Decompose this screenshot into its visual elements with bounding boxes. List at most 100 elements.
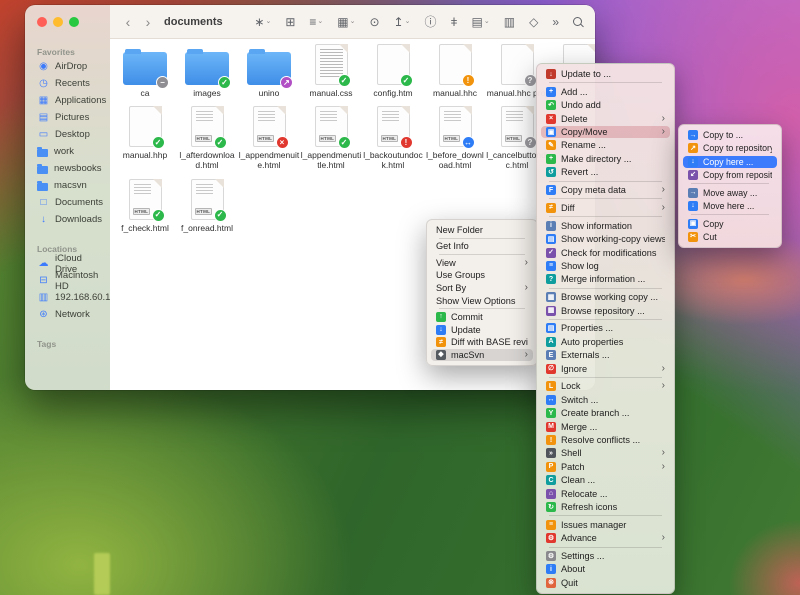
auto-properties-menu-item[interactable]: AAuto properties [541, 336, 670, 348]
sort-by-menu-item[interactable]: Sort By› [431, 282, 533, 294]
diff-with-base-revision-menu-item[interactable]: ≠Diff with BASE revision [431, 336, 533, 348]
preview-pane-button[interactable]: ▥ [501, 14, 518, 30]
file-item-l-backoutundock-html[interactable]: HTML!l_backoutundock.html [362, 103, 424, 170]
lock-menu-item[interactable]: LLock› [541, 380, 670, 392]
delete-menu-item[interactable]: ×Delete› [541, 113, 670, 125]
commit-menu-item[interactable]: ↑Commit [431, 311, 533, 323]
file-item-manual-hhp[interactable]: ✓manual.hhp [114, 103, 176, 160]
make-directory-menu-item[interactable]: +Make directory ... [541, 153, 670, 165]
properties-menu-item[interactable]: ▤Properties ... [541, 322, 670, 334]
file-item-images[interactable]: ✓images [176, 41, 238, 98]
show-working-copy-viewspec-menu-item[interactable]: ▤Show working-copy viewspec [541, 233, 670, 245]
copy-menu-item[interactable]: ▣Copy [683, 218, 777, 230]
share-button[interactable]: ↥⌄ [391, 14, 414, 30]
adjust-button[interactable]: ǂ [448, 14, 461, 30]
file-item-l-afterdownload-html[interactable]: HTML✓l_afterdownload.html [176, 103, 238, 170]
ignore-menu-item[interactable]: ∅Ignore› [541, 363, 670, 375]
cut-menu-item[interactable]: ✂Cut [683, 231, 777, 243]
undo-add-menu-item[interactable]: ↶Undo add [541, 99, 670, 111]
sidebar-item-downloads[interactable]: ↓Downloads [25, 211, 110, 228]
file-item-f-check-html[interactable]: HTML✓f_check.html [114, 176, 176, 233]
view-menu-item[interactable]: View› [431, 257, 533, 269]
copy-move-menu-item[interactable]: ▣Copy/Move› [541, 126, 670, 138]
macsvn-menu-item[interactable]: ◆macSvn› [431, 349, 533, 361]
update-menu-item[interactable]: ↓Update [431, 324, 533, 336]
list-view-button[interactable]: ≡⌄ [306, 14, 326, 30]
issues-manager-menu-item[interactable]: ≡Issues manager [541, 519, 670, 531]
icon-size-button[interactable]: ▦⌄ [334, 14, 358, 30]
close-button[interactable] [37, 17, 47, 27]
file-item-manual-hhc[interactable]: !manual.hhc [424, 41, 486, 98]
tags-button[interactable]: ◇ [526, 14, 541, 30]
new-folder-menu-item[interactable]: New Folder [431, 224, 533, 236]
copy-from-repository-menu-item[interactable]: ↙Copy from repository ... [683, 169, 777, 181]
quit-menu-item[interactable]: ⊗Quit [541, 577, 670, 589]
show-information-menu-item[interactable]: iShow information [541, 220, 670, 232]
file-item-l-appendmenuite-html[interactable]: HTML×l_appendmenuite.html [238, 103, 300, 170]
shell-menu-item[interactable]: »Shell› [541, 447, 670, 459]
settings-menu-item[interactable]: ⚙Settings ... [541, 550, 670, 562]
get-info-button[interactable]: ⓘ [421, 14, 439, 30]
about-menu-item[interactable]: iAbout [541, 563, 670, 575]
copy-to-repository-menu-item[interactable]: ↗Copy to repository ... [683, 142, 777, 154]
group-by-button[interactable]: ▤⌄ [469, 14, 493, 30]
sidebar-item-airdrop[interactable]: ◉AirDrop [25, 58, 110, 75]
sidebar-item-applications[interactable]: ▦Applications [25, 92, 110, 109]
sidebar-item-network[interactable]: ⊛Network [25, 306, 110, 323]
get-info-menu-item[interactable]: Get Info [431, 240, 533, 252]
clean-menu-item[interactable]: CClean ... [541, 474, 670, 486]
rename-menu-item[interactable]: ✎Rename ... [541, 139, 670, 151]
minimize-button[interactable] [53, 17, 63, 27]
create-branch-menu-item[interactable]: YCreate branch ... [541, 407, 670, 419]
more-button[interactable]: » [549, 14, 562, 30]
switch-menu-item[interactable]: ↔Switch ... [541, 394, 670, 406]
quick-look-button[interactable]: ⊙ [366, 14, 382, 30]
file-item-ca[interactable]: −ca [114, 41, 176, 98]
move-here-menu-item[interactable]: ↓Move here ... [683, 200, 777, 212]
file-item-manual-css[interactable]: ✓manual.css [300, 41, 362, 98]
revert-menu-item[interactable]: ↺Revert ... [541, 166, 670, 178]
refresh-icons-menu-item[interactable]: ↻Refresh icons [541, 501, 670, 513]
add-menu-item[interactable]: +Add ... [541, 86, 670, 98]
new-folder-button[interactable]: ⊞ [282, 14, 298, 30]
sidebar-item-pictures[interactable]: ▤Pictures [25, 109, 110, 126]
externals-menu-item[interactable]: EExternals ... [541, 349, 670, 361]
copy-meta-data-menu-item[interactable]: FCopy meta data› [541, 184, 670, 196]
sidebar-item-192-168-60-10[interactable]: ▥192.168.60.10⏏ [25, 289, 110, 306]
sidebar-item-desktop[interactable]: ▭Desktop [25, 126, 110, 143]
file-item-l-appendmenutitle-html[interactable]: HTML✓l_appendmenutitle.html [300, 103, 362, 170]
advance-menu-item[interactable]: ⚙Advance› [541, 532, 670, 544]
file-item-config-htm[interactable]: ✓config.htm [362, 41, 424, 98]
sidebar-item-documents[interactable]: □Documents [25, 194, 110, 211]
patch-menu-item[interactable]: PPatch› [541, 461, 670, 473]
sidebar-item-macintosh-hd[interactable]: ⊟Macintosh HD [25, 272, 110, 289]
copy-move-submenu: →Copy to ...↗Copy to repository ... ↓Copy… [678, 124, 782, 248]
sidebar-item-newsbooks[interactable]: newsbooks [25, 160, 110, 177]
file-item-f-onread-html[interactable]: HTML✓f_onread.html [176, 176, 238, 233]
sidebar-item-macsvn[interactable]: macsvn [25, 177, 110, 194]
macsvn-actions-button[interactable]: ∗⌄ [251, 14, 274, 30]
update-to-menu-item[interactable]: ↓Update to ... [541, 68, 670, 80]
file-item-unino[interactable]: ↗unino [238, 41, 300, 98]
move-away-menu-item[interactable]: →Move away ... [683, 187, 777, 199]
copy-to-menu-item[interactable]: →Copy to ... [683, 129, 777, 141]
sidebar-item-recents[interactable]: ◷Recents [25, 75, 110, 92]
forward-button[interactable]: › [140, 15, 156, 29]
check-for-modifications-menu-item[interactable]: ✓Check for modifications [541, 247, 670, 259]
show-log-menu-item[interactable]: ≡Show log [541, 260, 670, 272]
file-item-l-before-download-html[interactable]: HTML↔l_before_download.html [424, 103, 486, 170]
resolve-conflicts-menu-item[interactable]: !Resolve conflicts ... [541, 434, 670, 446]
merge-menu-item[interactable]: MMerge ... [541, 421, 670, 433]
merge-information-menu-item[interactable]: ?Merge information ... [541, 273, 670, 285]
browse-working-copy-menu-item[interactable]: ▦Browse working copy ... [541, 291, 670, 303]
diff-menu-item[interactable]: ≠Diff› [541, 202, 670, 214]
zoom-button[interactable] [69, 17, 79, 27]
show-view-options-menu-item[interactable]: Show View Options [431, 295, 533, 307]
copy-here-menu-item[interactable]: ↓Copy here ... [683, 156, 777, 168]
relocate-menu-item[interactable]: ⌂Relocate ... [541, 488, 670, 500]
search-button[interactable] [570, 15, 585, 28]
sidebar-item-work[interactable]: work [25, 143, 110, 160]
use-groups-menu-item[interactable]: Use Groups [431, 269, 533, 281]
back-button[interactable]: ‹ [120, 15, 136, 29]
browse-repository-menu-item[interactable]: ▦Browse repository ... [541, 305, 670, 317]
